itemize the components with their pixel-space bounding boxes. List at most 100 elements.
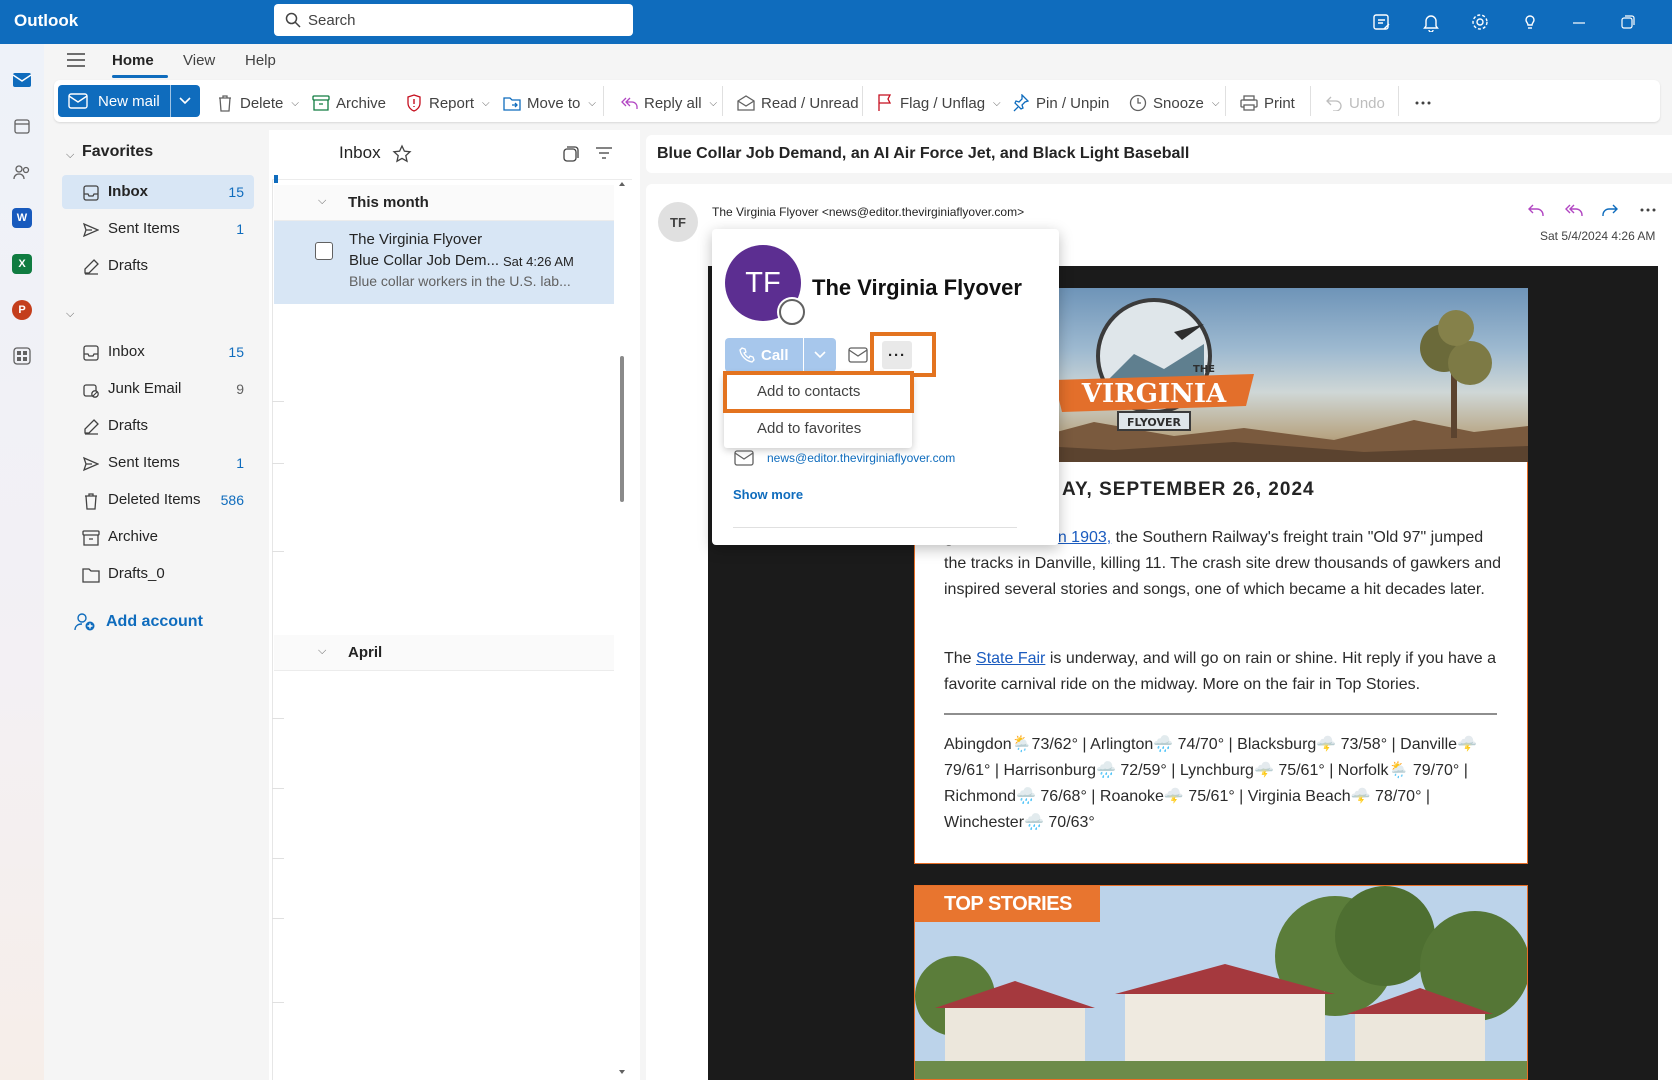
tab-home-indicator [112,75,168,78]
flag-unflag-button[interactable]: Flag / Unflag ⌵ [876,93,1001,113]
printer-icon [1240,94,1258,112]
add-account-link[interactable]: Add account [74,611,203,633]
bell-icon[interactable] [1419,10,1443,34]
call-label: Call [761,346,789,364]
chevron-down-icon[interactable]: ⌵ [66,149,74,162]
paragraph-text: The [944,650,977,667]
show-more-link[interactable]: Show more [733,487,803,502]
lightbulb-icon[interactable] [1518,10,1542,34]
send-icon [82,455,100,473]
search-input[interactable] [308,10,608,30]
folder-drafts[interactable]: Drafts [62,409,254,443]
contact-email-link[interactable]: news@editor.thevirginiaflyover.com [767,451,955,465]
folder-sent[interactable]: Sent Items 1 [62,446,254,480]
search-icon [285,12,301,28]
inbox-icon [82,344,100,362]
people-icon[interactable] [8,158,36,186]
call-button[interactable]: Call [725,338,803,372]
group-header-this-month[interactable]: ⌵ This month [274,185,614,221]
folder-inbox[interactable]: Inbox 15 [62,335,254,369]
hamburger-icon[interactable] [66,52,86,70]
folder-label: Junk Email [108,380,182,397]
scrollbar[interactable] [617,180,627,1080]
sender-avatar[interactable]: TF [658,202,698,242]
gear-icon[interactable] [1468,10,1492,34]
pencil-icon [82,258,100,276]
folder-favorites-drafts[interactable]: Drafts [62,249,254,283]
folder-icon [82,566,100,584]
scroll-down-icon[interactable] [617,1068,627,1076]
mail-icon[interactable] [8,66,36,94]
tab-help[interactable]: Help [245,52,276,69]
trash-icon [216,94,234,112]
new-mail-button[interactable]: New mail [58,85,200,117]
weather-summary: Abingdon🌦️73/62° | Arlington🌧️ 74/70° | … [944,736,1477,831]
pin-unpin-label: Pin / Unpin [1036,94,1110,112]
tab-home[interactable]: Home [112,52,154,69]
folder-deleted[interactable]: Deleted Items 586 [62,483,254,517]
scrollbar-thumb[interactable] [620,356,624,502]
pin-unpin-button[interactable]: Pin / Unpin [1012,93,1109,113]
reply-all-icon[interactable] [1561,198,1585,222]
reply-icon[interactable] [1524,198,1548,222]
list-divider [272,788,284,789]
group-header-april[interactable]: ⌵ April [274,635,614,671]
message-item[interactable]: The Virginia Flyover Blue Collar Job Dem… [274,221,614,304]
call-options-dropdown[interactable] [804,338,836,372]
scroll-up-icon[interactable] [617,180,627,188]
list-divider [272,1002,284,1003]
my-day-icon[interactable] [1370,10,1394,34]
chevron-down-icon[interactable] [178,96,192,106]
star-icon[interactable] [392,144,412,164]
restore-icon[interactable] [1616,10,1640,34]
apps-icon[interactable] [8,342,36,370]
folder-favorites-sent[interactable]: Sent Items 1 [62,212,254,246]
delete-button[interactable]: Delete ⌵ [216,93,299,113]
list-divider [272,918,284,919]
report-button[interactable]: Report ⌵ [405,93,490,113]
powerpoint-icon[interactable]: P [8,296,36,324]
undo-icon [1325,94,1343,112]
tab-view[interactable]: View [183,52,215,69]
forward-icon[interactable] [1598,198,1622,222]
chevron-down-icon: ⌵ [318,195,327,207]
highlight-box-add-to-contacts [723,371,914,413]
folder-drafts-0[interactable]: Drafts_0 [62,557,254,591]
add-person-icon [74,613,95,631]
more-actions-button[interactable] [1414,93,1438,113]
tree-graphic [1420,310,1492,438]
menu-item-add-to-favorites[interactable]: Add to favorites [757,420,861,437]
read-unread-button[interactable]: Read / Unread [737,93,859,113]
chevron-down-icon[interactable]: ⌵ [66,308,74,321]
app-rail: W X P [0,44,44,1080]
more-icon[interactable] [1636,198,1660,222]
folder-junk[interactable]: Junk Email 9 [62,372,254,406]
word-icon[interactable]: W [8,204,36,232]
archive-button[interactable]: Archive [312,93,386,113]
send-email-icon[interactable] [846,345,870,365]
snooze-button[interactable]: Snooze ⌵ [1129,93,1219,113]
message-checkbox[interactable] [315,242,333,260]
svg-text:FLYOVER: FLYOVER [1127,416,1181,429]
search-box[interactable] [274,4,633,36]
filter-icon[interactable] [595,146,613,160]
print-button[interactable]: Print [1240,93,1295,113]
pin-icon [1012,94,1030,112]
move-to-button[interactable]: Move to ⌵ [503,93,596,113]
send-icon [82,221,100,239]
list-divider [272,718,284,719]
excel-icon[interactable]: X [8,250,36,278]
contact-name: The Virginia Flyover [812,275,1022,300]
minimize-icon[interactable] [1567,10,1591,34]
list-divider [272,401,284,402]
undo-button[interactable]: Undo [1325,93,1385,113]
folder-archive[interactable]: Archive [62,520,254,554]
calendar-icon[interactable] [8,112,36,140]
select-mode-icon[interactable] [562,145,580,163]
folder-favorites-inbox[interactable]: Inbox 15 [62,175,254,209]
unread-count: 15 [228,184,244,200]
state-fair-link[interactable]: State Fair [976,650,1045,667]
favorites-header[interactable]: Favorites [82,143,153,161]
reply-all-button[interactable]: Reply all ⌵ [620,93,717,113]
sender-address[interactable]: The Virginia Flyover <news@editor.thevir… [712,205,1024,219]
